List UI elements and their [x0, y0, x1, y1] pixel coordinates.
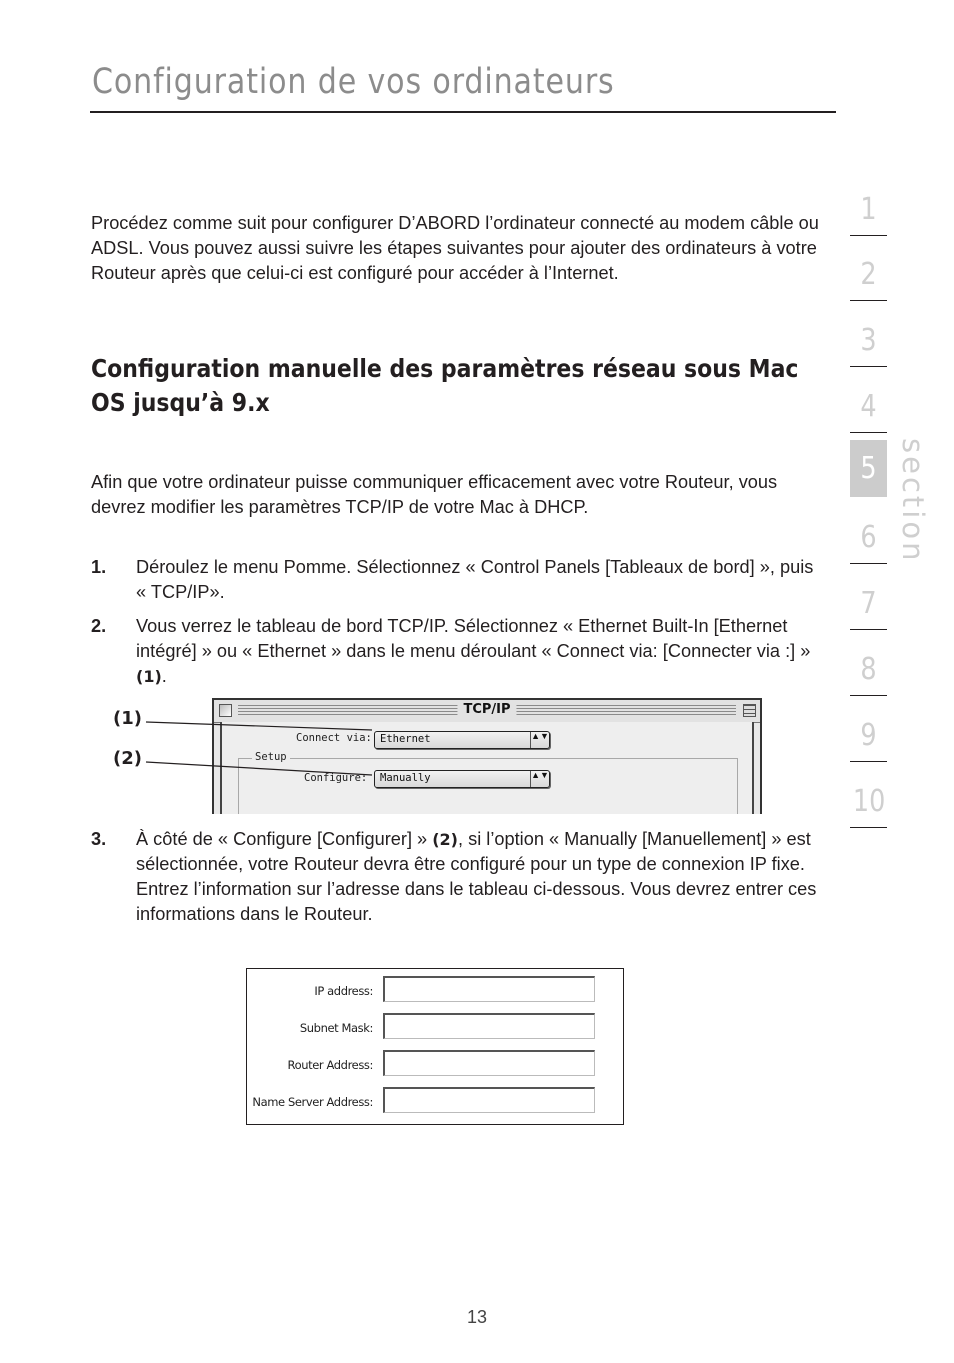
section-word-label: section [896, 438, 930, 564]
section-tab-7[interactable]: 7 [850, 579, 887, 630]
tcpip-control-panel-window: TCP/IP Connect via: Ethernet ▲▼ Setup Co… [212, 698, 762, 814]
step-text-before: À côté de « Configure [Configurer] » [136, 829, 433, 849]
step-text-body: Déroulez le menu Pomme. Sélectionnez « C… [136, 557, 814, 602]
section-tab-1[interactable]: 1 [850, 185, 887, 236]
callout-label-2: (2) [113, 748, 142, 769]
section-tab-label: 5 [860, 451, 877, 486]
section-tab-label: 3 [860, 323, 877, 358]
section-tab-label: 2 [860, 257, 877, 292]
configure-value: Manually [380, 772, 431, 784]
section-tab-label: 7 [860, 586, 877, 621]
section-word-vertical: section [896, 438, 930, 563]
section-tab-5-active[interactable]: 5 [850, 440, 887, 497]
section-tab-10[interactable]: 10 [850, 777, 887, 828]
router-address-label: Router Address: [287, 1058, 374, 1072]
configure-popup[interactable]: Manually ▲▼ [374, 770, 550, 788]
section-tab-9[interactable]: 9 [850, 711, 887, 762]
dhcp-paragraph: Afin que votre ordinateur puisse communi… [91, 472, 778, 517]
subnet-mask-row: Subnet Mask: [247, 1013, 623, 1043]
section-tab-2[interactable]: 2 [850, 250, 887, 301]
close-box-icon[interactable] [219, 704, 232, 717]
section-tab-8[interactable]: 8 [850, 645, 887, 696]
name-server-input[interactable] [383, 1087, 595, 1113]
section-tab-6[interactable]: 6 [850, 513, 887, 564]
connect-via-value: Ethernet [380, 733, 431, 745]
name-server-label: Name Server Address: [252, 1095, 373, 1109]
callout-reference: (1) [136, 667, 162, 686]
connect-via-popup[interactable]: Ethernet ▲▼ [374, 731, 550, 749]
ip-address-label: IP address: [314, 984, 373, 998]
popup-arrows-icon: ▲▼ [530, 732, 549, 748]
page-header-title: Configuration de vos ordinateurs [92, 62, 615, 102]
connect-via-label: Connect via: [296, 732, 372, 744]
ip-address-input[interactable] [383, 976, 595, 1002]
section-tab-4[interactable]: 4 [850, 382, 887, 433]
subnet-mask-label: Subnet Mask: [299, 1021, 374, 1035]
intro-paragraph: Procédez comme suit pour configurer D’AB… [91, 213, 819, 283]
windowshade-icon[interactable] [743, 704, 756, 717]
section-tab-label: 6 [860, 520, 877, 555]
section-tab-label: 9 [860, 718, 877, 753]
section-tab-label: 8 [860, 652, 877, 687]
step-text: Déroulez le menu Pomme. Sélectionnez « C… [136, 555, 826, 605]
header-rule [90, 111, 836, 113]
subnet-mask-input[interactable] [383, 1013, 595, 1039]
setup-group-label: Setup [252, 751, 290, 763]
address-fields-figure: IP address: Subnet Mask: Router Address:… [246, 968, 624, 1125]
configure-label: Configure: [304, 772, 368, 784]
section-tab-3[interactable]: 3 [850, 316, 887, 367]
section-tab-label: 1 [860, 192, 877, 227]
popup-arrows-icon: ▲▼ [530, 771, 549, 787]
window-titlebar[interactable]: TCP/IP [214, 700, 760, 723]
router-address-input[interactable] [383, 1050, 595, 1076]
step-number: 3. [91, 829, 107, 849]
step-number: 2. [91, 616, 107, 636]
page-number: 13 [466, 1307, 488, 1327]
router-address-row: Router Address: [247, 1050, 623, 1080]
step-text: À côté de « Configure [Configurer] » (2)… [136, 827, 826, 927]
callout-reference: (2) [432, 830, 458, 849]
step-text-body: Vous verrez le tableau de bord TCP/IP. S… [136, 616, 811, 661]
window-content: Connect via: Ethernet ▲▼ Setup Configure… [220, 722, 754, 814]
section-tab-label: 10 [852, 784, 886, 819]
window-title: TCP/IP [457, 702, 517, 717]
step-number: 1. [91, 557, 107, 577]
ip-address-row: IP address: [247, 976, 623, 1006]
step-text: Vous verrez le tableau de bord TCP/IP. S… [136, 614, 826, 689]
callout-label-1: (1) [113, 708, 142, 729]
section-tab-label: 4 [860, 389, 877, 424]
section-subheading: Configuration manuelle des paramètres ré… [91, 354, 799, 417]
name-server-row: Name Server Address: [247, 1087, 623, 1117]
step-text-tail: . [161, 666, 167, 686]
